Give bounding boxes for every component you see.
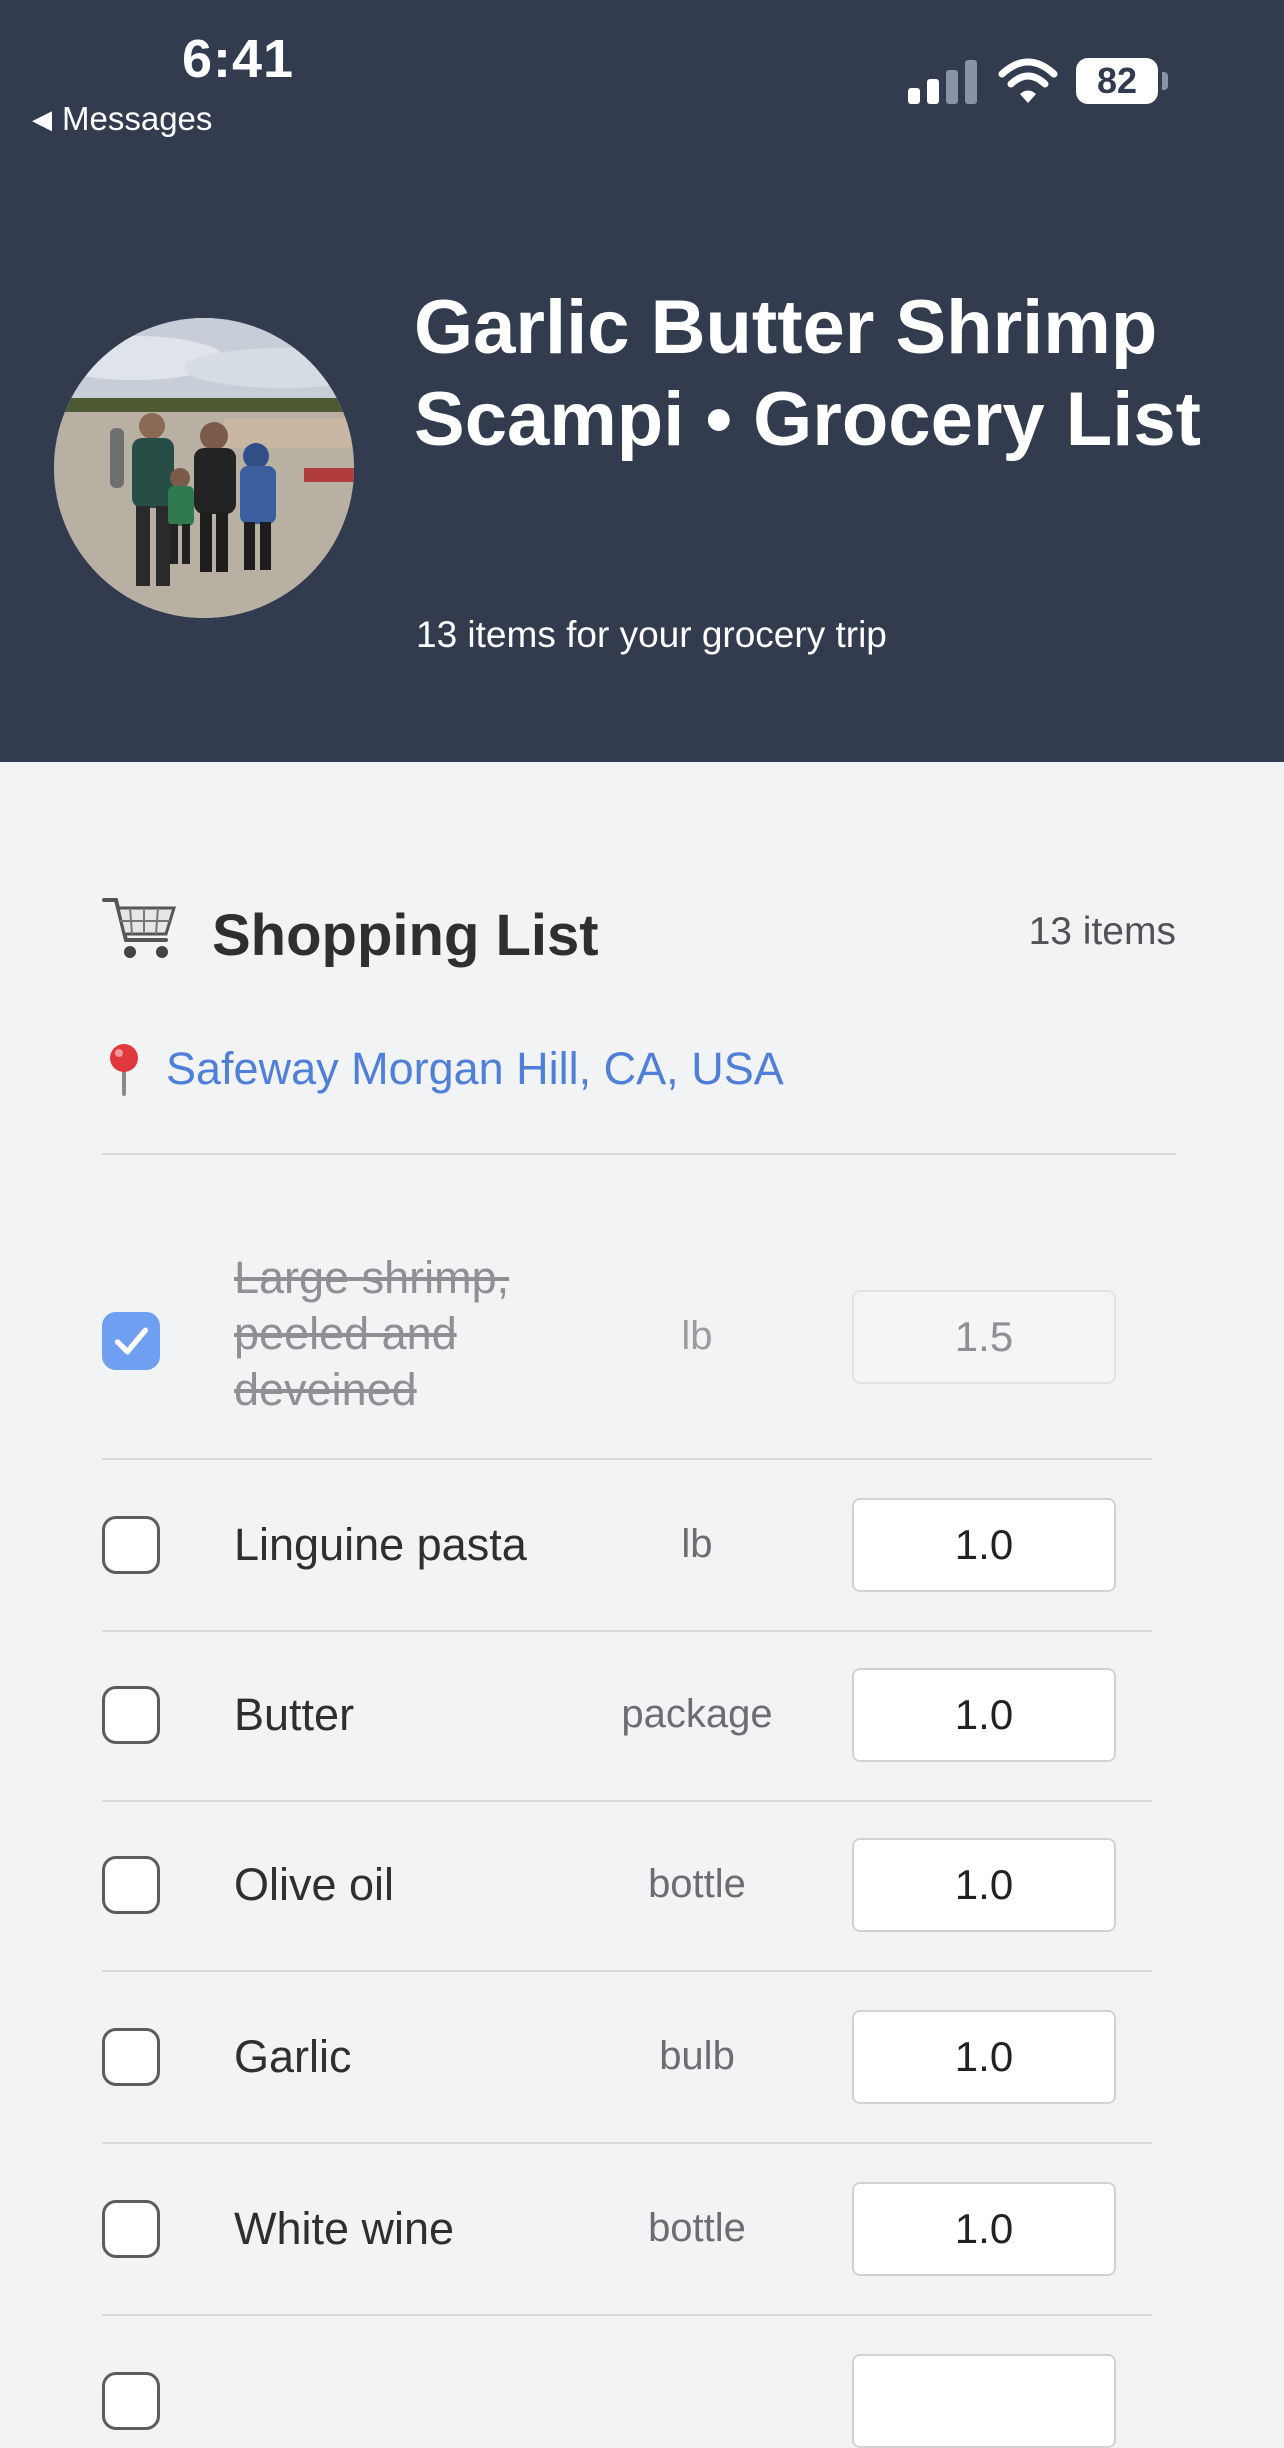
store-location: Safeway Morgan Hill, CA, USA bbox=[104, 1042, 784, 1096]
cellular-signal-icon bbox=[908, 60, 977, 104]
quantity-input[interactable] bbox=[852, 2010, 1116, 2104]
quantity-input[interactable] bbox=[852, 1668, 1116, 1762]
item-unit: bulb bbox=[659, 2034, 735, 2078]
list-item: Butter package bbox=[102, 1632, 1152, 1802]
item-unit: lb bbox=[681, 1522, 713, 1566]
item-name: Garlic bbox=[234, 2031, 352, 2082]
back-triangle-icon: ◀ bbox=[32, 103, 52, 134]
item-name: Linguine pasta bbox=[234, 1519, 527, 1570]
page-title: Garlic Butter Shrimp Scampi • Grocery Li… bbox=[414, 285, 1201, 462]
list-item: Garlic bulb bbox=[102, 1972, 1152, 2144]
item-name: Large shrimp, peeled and deveined bbox=[234, 1252, 510, 1415]
shopping-list-title: Shopping List bbox=[212, 903, 599, 968]
shopping-list-header: Shopping List 13 items bbox=[100, 890, 1176, 980]
list-item: White wine bottle bbox=[102, 2144, 1152, 2316]
checkmark-icon bbox=[114, 1327, 149, 1355]
item-checkbox[interactable] bbox=[102, 1686, 160, 1744]
store-link[interactable]: Safeway Morgan Hill, CA, USA bbox=[166, 1043, 784, 1095]
quantity-input[interactable] bbox=[852, 1290, 1116, 1384]
list-item: Large shrimp, peeled and deveined lb bbox=[102, 1240, 1152, 1460]
item-name: Butter bbox=[234, 1689, 355, 1740]
item-name: Olive oil bbox=[234, 1859, 395, 1910]
page-subtitle: 13 items for your grocery trip bbox=[416, 614, 887, 655]
back-to-messages[interactable]: ◀ Messages bbox=[32, 100, 212, 138]
shopping-cart-icon bbox=[102, 898, 177, 958]
item-unit: package bbox=[621, 1692, 773, 1736]
quantity-input[interactable] bbox=[852, 2182, 1116, 2276]
item-name: White wine bbox=[234, 2203, 455, 2254]
item-checkbox[interactable] bbox=[102, 2028, 160, 2086]
quantity-input-partial[interactable] bbox=[852, 2354, 1116, 2448]
status-time: 6:41 bbox=[182, 29, 295, 89]
quantity-input[interactable] bbox=[852, 1838, 1116, 1932]
list-item: Olive oil bottle bbox=[102, 1802, 1152, 1972]
map-pin-icon bbox=[110, 1044, 138, 1096]
list-item-partial bbox=[102, 2316, 1152, 2448]
item-checkbox[interactable] bbox=[102, 2372, 160, 2430]
wifi-icon bbox=[998, 58, 1058, 103]
item-checkbox[interactable] bbox=[102, 2200, 160, 2258]
back-label: Messages bbox=[62, 100, 213, 137]
item-checkbox[interactable] bbox=[102, 1516, 160, 1574]
divider bbox=[102, 1153, 1176, 1155]
item-unit: bottle bbox=[648, 1862, 746, 1906]
quantity-input[interactable] bbox=[852, 1498, 1116, 1592]
item-checkbox-checked[interactable] bbox=[102, 1312, 160, 1370]
item-unit: lb bbox=[681, 1314, 713, 1358]
page-header: 6:41 ◀ Messages 82 Garlic Butter Shrimp … bbox=[0, 0, 1284, 762]
item-unit: bottle bbox=[648, 2206, 746, 2250]
battery-indicator: 82 bbox=[1076, 58, 1158, 104]
item-count: 13 items bbox=[1028, 910, 1176, 953]
battery-nub bbox=[1162, 72, 1168, 90]
item-checkbox[interactable] bbox=[102, 1856, 160, 1914]
recipe-avatar-photo bbox=[54, 318, 354, 618]
list-item: Linguine pasta lb bbox=[102, 1460, 1152, 1632]
